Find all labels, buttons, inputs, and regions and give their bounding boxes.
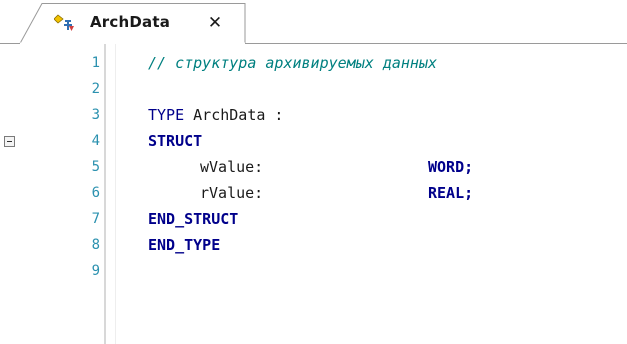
keyword-end-struct: END_STRUCT — [148, 210, 239, 228]
code-text: TYPE ArchData : — [148, 102, 283, 128]
keyword-type: TYPE — [148, 106, 185, 124]
keyword-end-type: END_TYPE — [148, 236, 221, 254]
field-name: rValue: — [200, 184, 264, 202]
code-line: 4 STRUCT — [0, 128, 627, 154]
field-name: wValue: — [200, 158, 264, 176]
line-number: 6 — [91, 185, 100, 201]
line-number: 7 — [91, 211, 100, 227]
line-number: 4 — [91, 133, 100, 149]
editor-tab-strip: ArchData ✕ — [0, 0, 627, 44]
tab-title[interactable]: ArchData — [90, 13, 170, 31]
field-type: REAL; — [428, 184, 474, 202]
line-number: 3 — [91, 107, 100, 123]
close-icon[interactable]: ✕ — [205, 13, 225, 33]
comment-text: // структура архивируемых данных — [148, 54, 437, 72]
code-editor[interactable]: 1 // структура архивируемых данных 2 3 T… — [0, 44, 627, 344]
line-number: 5 — [91, 159, 100, 175]
line-number: 2 — [91, 81, 100, 97]
code-line: 5 wValue: WORD; — [0, 154, 627, 180]
field-type: WORD; — [428, 158, 474, 176]
code-line: 7 END_STRUCT — [0, 206, 627, 232]
line-number: 1 — [91, 55, 100, 71]
collapse-icon[interactable] — [4, 136, 15, 147]
code-line: 8 END_TYPE — [0, 232, 627, 258]
type-name: ArchData : — [184, 106, 284, 124]
line-number: 9 — [91, 263, 100, 279]
code-line: 9 — [0, 258, 627, 284]
line-number: 8 — [91, 237, 100, 253]
code-line: 3 TYPE ArchData : — [0, 102, 627, 128]
dut-icon — [53, 13, 76, 33]
code-line: 1 // структура архивируемых данных — [0, 50, 627, 76]
code-line: 6 rValue: REAL; — [0, 180, 627, 206]
keyword-struct: STRUCT — [148, 132, 203, 150]
code-line: 2 — [0, 76, 627, 102]
